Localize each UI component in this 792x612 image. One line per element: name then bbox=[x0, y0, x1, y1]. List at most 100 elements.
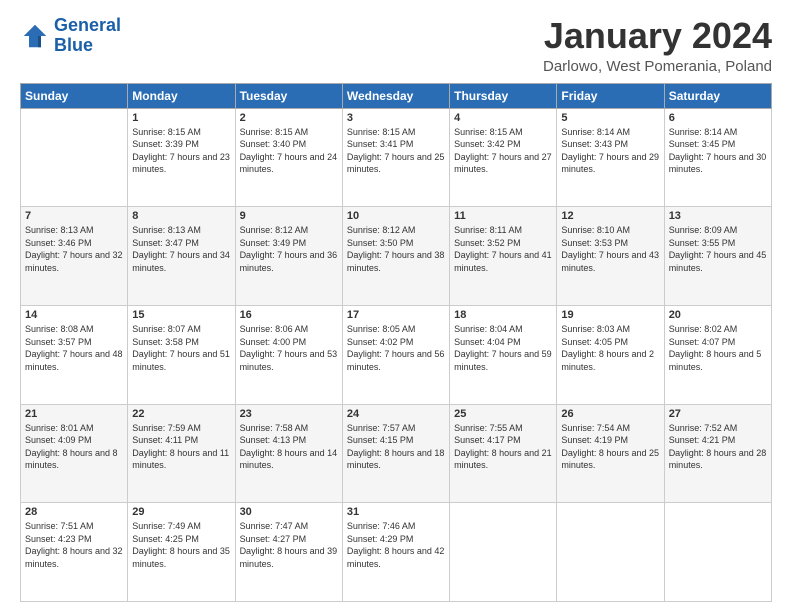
day-number: 25 bbox=[454, 408, 552, 420]
day-info: Sunrise: 8:14 AMSunset: 3:45 PMDaylight:… bbox=[669, 126, 767, 176]
logo: General Blue bbox=[20, 16, 121, 56]
day-number: 20 bbox=[669, 309, 767, 321]
day-info: Sunrise: 8:15 AMSunset: 3:39 PMDaylight:… bbox=[132, 126, 230, 176]
calendar-week-row: 7 Sunrise: 8:13 AMSunset: 3:46 PMDaylight… bbox=[21, 207, 772, 306]
day-info: Sunrise: 8:04 AMSunset: 4:04 PMDaylight:… bbox=[454, 323, 552, 373]
day-info: Sunrise: 8:01 AMSunset: 4:09 PMDaylight:… bbox=[25, 422, 123, 472]
day-number: 16 bbox=[240, 309, 338, 321]
title-block: January 2024 Darlowo, West Pomerania, Po… bbox=[543, 16, 772, 75]
calendar-cell: 29 Sunrise: 7:49 AMSunset: 4:25 PMDayligh… bbox=[128, 503, 235, 602]
calendar-cell: 18 Sunrise: 8:04 AMSunset: 4:04 PMDayligh… bbox=[450, 305, 557, 404]
calendar-cell: 12 Sunrise: 8:10 AMSunset: 3:53 PMDayligh… bbox=[557, 207, 664, 306]
weekday-header: Tuesday bbox=[235, 83, 342, 108]
day-info: Sunrise: 8:13 AMSunset: 3:47 PMDaylight:… bbox=[132, 224, 230, 274]
calendar-cell: 15 Sunrise: 8:07 AMSunset: 3:58 PMDayligh… bbox=[128, 305, 235, 404]
calendar-cell: 10 Sunrise: 8:12 AMSunset: 3:50 PMDayligh… bbox=[342, 207, 449, 306]
calendar-week-row: 14 Sunrise: 8:08 AMSunset: 3:57 PMDayligh… bbox=[21, 305, 772, 404]
day-number: 7 bbox=[25, 210, 123, 222]
calendar-cell bbox=[557, 503, 664, 602]
day-info: Sunrise: 8:15 AMSunset: 3:42 PMDaylight:… bbox=[454, 126, 552, 176]
day-number: 19 bbox=[561, 309, 659, 321]
calendar-cell: 19Sunrise: 8:03 AMSunset: 4:05 PMDayligh… bbox=[557, 305, 664, 404]
day-info: Sunrise: 8:10 AMSunset: 3:53 PMDaylight:… bbox=[561, 224, 659, 274]
day-number: 5 bbox=[561, 112, 659, 124]
calendar-cell: 9Sunrise: 8:12 AMSunset: 3:49 PMDaylight… bbox=[235, 207, 342, 306]
calendar-table: SundayMondayTuesdayWednesdayThursdayFrid… bbox=[20, 83, 772, 602]
calendar-header-row: SundayMondayTuesdayWednesdayThursdayFrid… bbox=[21, 83, 772, 108]
weekday-header: Thursday bbox=[450, 83, 557, 108]
day-info: Sunrise: 7:46 AMSunset: 4:29 PMDaylight:… bbox=[347, 520, 445, 570]
day-info: Sunrise: 8:13 AMSunset: 3:46 PMDaylight:… bbox=[25, 224, 123, 274]
calendar-week-row: 21 Sunrise: 8:01 AMSunset: 4:09 PMDayligh… bbox=[21, 404, 772, 503]
day-info: Sunrise: 8:07 AMSunset: 3:58 PMDaylight:… bbox=[132, 323, 230, 373]
calendar-cell bbox=[664, 503, 771, 602]
calendar-week-row: 28Sunrise: 7:51 AMSunset: 4:23 PMDayligh… bbox=[21, 503, 772, 602]
day-number: 6 bbox=[669, 112, 767, 124]
day-info: Sunrise: 7:55 AMSunset: 4:17 PMDaylight:… bbox=[454, 422, 552, 472]
day-number: 23 bbox=[240, 408, 338, 420]
day-number: 12 bbox=[561, 210, 659, 222]
day-number: 15 bbox=[132, 309, 230, 321]
day-info: Sunrise: 8:11 AMSunset: 3:52 PMDaylight:… bbox=[454, 224, 552, 274]
calendar-cell: 13Sunrise: 8:09 AMSunset: 3:55 PMDayligh… bbox=[664, 207, 771, 306]
day-number: 4 bbox=[454, 112, 552, 124]
day-number: 18 bbox=[454, 309, 552, 321]
calendar-cell: 3Sunrise: 8:15 AMSunset: 3:41 PMDaylight… bbox=[342, 108, 449, 207]
day-info: Sunrise: 7:47 AMSunset: 4:27 PMDaylight:… bbox=[240, 520, 338, 570]
day-number: 21 bbox=[25, 408, 123, 420]
calendar-cell bbox=[450, 503, 557, 602]
day-info: Sunrise: 7:49 AMSunset: 4:25 PMDaylight:… bbox=[132, 520, 230, 570]
calendar-cell: 14 Sunrise: 8:08 AMSunset: 3:57 PMDayligh… bbox=[21, 305, 128, 404]
day-number: 29 bbox=[132, 506, 230, 518]
day-number: 11 bbox=[454, 210, 552, 222]
calendar-cell: 1 Sunrise: 8:15 AMSunset: 3:39 PMDaylight… bbox=[128, 108, 235, 207]
calendar-cell: 7 Sunrise: 8:13 AMSunset: 3:46 PMDaylight… bbox=[21, 207, 128, 306]
day-number: 13 bbox=[669, 210, 767, 222]
calendar-cell: 21 Sunrise: 8:01 AMSunset: 4:09 PMDayligh… bbox=[21, 404, 128, 503]
day-number: 31 bbox=[347, 506, 445, 518]
calendar-cell: 22Sunrise: 7:59 AMSunset: 4:11 PMDayligh… bbox=[128, 404, 235, 503]
day-number: 10 bbox=[347, 210, 445, 222]
day-info: Sunrise: 8:12 AMSunset: 3:49 PMDaylight:… bbox=[240, 224, 338, 274]
calendar-cell: 2Sunrise: 8:15 AMSunset: 3:40 PMDaylight… bbox=[235, 108, 342, 207]
day-number: 26 bbox=[561, 408, 659, 420]
day-number: 1 bbox=[132, 112, 230, 124]
calendar-cell: 17Sunrise: 8:05 AMSunset: 4:02 PMDayligh… bbox=[342, 305, 449, 404]
calendar-cell: 4 Sunrise: 8:15 AMSunset: 3:42 PMDaylight… bbox=[450, 108, 557, 207]
day-info: Sunrise: 7:58 AMSunset: 4:13 PMDaylight:… bbox=[240, 422, 338, 472]
weekday-header: Friday bbox=[557, 83, 664, 108]
weekday-header: Wednesday bbox=[342, 83, 449, 108]
day-number: 30 bbox=[240, 506, 338, 518]
day-number: 2 bbox=[240, 112, 338, 124]
logo-line1: General bbox=[54, 15, 121, 35]
calendar-cell: 16 Sunrise: 8:06 AMSunset: 4:00 PMDayligh… bbox=[235, 305, 342, 404]
weekday-header: Sunday bbox=[21, 83, 128, 108]
calendar-cell: 30 Sunrise: 7:47 AMSunset: 4:27 PMDayligh… bbox=[235, 503, 342, 602]
day-info: Sunrise: 8:15 AMSunset: 3:41 PMDaylight:… bbox=[347, 126, 445, 176]
page: General Blue January 2024 Darlowo, West … bbox=[0, 0, 792, 612]
day-info: Sunrise: 7:59 AMSunset: 4:11 PMDaylight:… bbox=[132, 422, 230, 472]
calendar-week-row: 1 Sunrise: 8:15 AMSunset: 3:39 PMDaylight… bbox=[21, 108, 772, 207]
day-number: 8 bbox=[132, 210, 230, 222]
day-info: Sunrise: 8:06 AMSunset: 4:00 PMDaylight:… bbox=[240, 323, 338, 373]
day-number: 14 bbox=[25, 309, 123, 321]
calendar-cell: 6 Sunrise: 8:14 AMSunset: 3:45 PMDaylight… bbox=[664, 108, 771, 207]
calendar-cell: 20 Sunrise: 8:02 AMSunset: 4:07 PMDayligh… bbox=[664, 305, 771, 404]
calendar-cell bbox=[21, 108, 128, 207]
calendar-cell: 27Sunrise: 7:52 AMSunset: 4:21 PMDayligh… bbox=[664, 404, 771, 503]
calendar-cell: 5Sunrise: 8:14 AMSunset: 3:43 PMDaylight… bbox=[557, 108, 664, 207]
calendar-cell: 11 Sunrise: 8:11 AMSunset: 3:52 PMDayligh… bbox=[450, 207, 557, 306]
day-info: Sunrise: 8:12 AMSunset: 3:50 PMDaylight:… bbox=[347, 224, 445, 274]
day-info: Sunrise: 8:08 AMSunset: 3:57 PMDaylight:… bbox=[25, 323, 123, 373]
location: Darlowo, West Pomerania, Poland bbox=[543, 58, 772, 75]
logo-icon bbox=[20, 21, 50, 51]
day-info: Sunrise: 8:02 AMSunset: 4:07 PMDaylight:… bbox=[669, 323, 767, 373]
logo-text: General Blue bbox=[54, 16, 121, 56]
day-number: 27 bbox=[669, 408, 767, 420]
calendar-cell: 28Sunrise: 7:51 AMSunset: 4:23 PMDayligh… bbox=[21, 503, 128, 602]
calendar-cell: 24Sunrise: 7:57 AMSunset: 4:15 PMDayligh… bbox=[342, 404, 449, 503]
day-info: Sunrise: 8:05 AMSunset: 4:02 PMDaylight:… bbox=[347, 323, 445, 373]
day-number: 24 bbox=[347, 408, 445, 420]
day-info: Sunrise: 7:54 AMSunset: 4:19 PMDaylight:… bbox=[561, 422, 659, 472]
calendar-cell: 26 Sunrise: 7:54 AMSunset: 4:19 PMDayligh… bbox=[557, 404, 664, 503]
